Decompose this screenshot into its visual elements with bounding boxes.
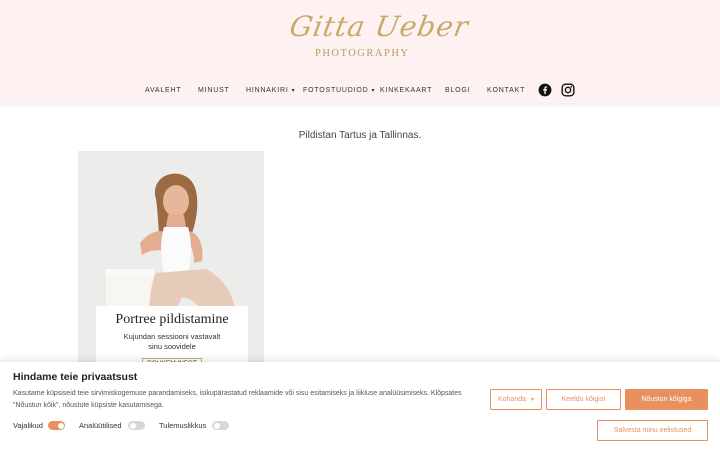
card-description-line1: Kujundan sessiooni vastavalt xyxy=(123,332,221,341)
nav-item-hinnakiri[interactable]: HINNAKIRI ▾ xyxy=(246,82,295,100)
customize-button[interactable]: Kohanda ▾ xyxy=(490,389,542,410)
page-tagline: Pildistan Tartus ja Tallinnas. xyxy=(298,130,422,141)
cookie-title: Hindame teie privaatsust xyxy=(13,371,138,383)
nav-item-avaleht[interactable]: AVALEHT xyxy=(145,82,181,100)
toggle-knob xyxy=(129,422,136,429)
toggle-analytics[interactable] xyxy=(128,421,145,430)
chevron-down-icon: ▾ xyxy=(530,397,534,403)
nav-item-hinnakiri-label: HINNAKIRI xyxy=(246,87,289,94)
chevron-down-icon: ▾ xyxy=(371,88,376,94)
card-title: Portree pildistamine xyxy=(115,312,229,327)
nav-item-blogi[interactable]: BLOGI xyxy=(445,82,470,100)
nav-item-fotostuudiod-label: FOTOSTUUDIOD xyxy=(303,87,369,94)
cookie-description: Kasutame küpsiseid teie sirvimiskogemuse… xyxy=(13,390,462,409)
toggle-knob xyxy=(57,422,64,429)
main-nav: AVALEHT MINUST HINNAKIRI ▾ FOTOSTUUDIOD ▾ … xyxy=(0,82,720,100)
chevron-down-icon: ▾ xyxy=(291,88,296,94)
toggle-label-analytics: Analüütilised xyxy=(79,421,122,430)
card-caption: Portree pildistamine Kujundan sessiooni … xyxy=(96,306,248,366)
nav-item-fotostuudiod[interactable]: FOTOSTUUDIOD ▾ xyxy=(303,82,375,100)
reject-all-button[interactable]: Keeldu kõigist xyxy=(546,389,621,410)
save-preferences-button[interactable]: Salvesta minu eelistused xyxy=(597,420,708,441)
logo[interactable]: Gitta Ueber PHOTOGRAPHY xyxy=(287,10,471,62)
nav-item-kinkekaart[interactable]: KINKEKAART xyxy=(380,82,432,100)
toggle-label-performance: Tulemuslikkus xyxy=(159,421,207,430)
nav-item-minust[interactable]: MINUST xyxy=(198,82,230,100)
portrait-service-card[interactable]: Portree pildistamine Kujundan sessiooni … xyxy=(78,151,264,366)
logo-script: Gitta Ueber xyxy=(287,10,472,43)
cookie-consent-banner: Hindame teie privaatsust Kasutame küpsis… xyxy=(0,362,720,450)
instagram-icon[interactable] xyxy=(561,83,575,97)
logo-subtitle: PHOTOGRAPHY xyxy=(315,48,410,59)
customize-label: Kohanda xyxy=(498,396,527,403)
accept-all-button[interactable]: Nõustun kõigiga xyxy=(625,389,708,410)
card-description: Kujundan sessiooni vastavalt sinu soovid… xyxy=(96,332,248,352)
card-description-line2: sinu soovidele xyxy=(148,342,196,351)
toggle-necessary[interactable] xyxy=(48,421,65,430)
toggle-performance[interactable] xyxy=(212,421,229,430)
toggle-knob xyxy=(213,422,220,429)
facebook-icon[interactable] xyxy=(538,83,552,97)
nav-item-kontakt[interactable]: KONTAKT xyxy=(487,82,525,100)
site-header: Gitta Ueber PHOTOGRAPHY AVALEHT MINUST H… xyxy=(0,0,720,103)
toggle-label-necessary: Vajalikud xyxy=(13,421,43,430)
